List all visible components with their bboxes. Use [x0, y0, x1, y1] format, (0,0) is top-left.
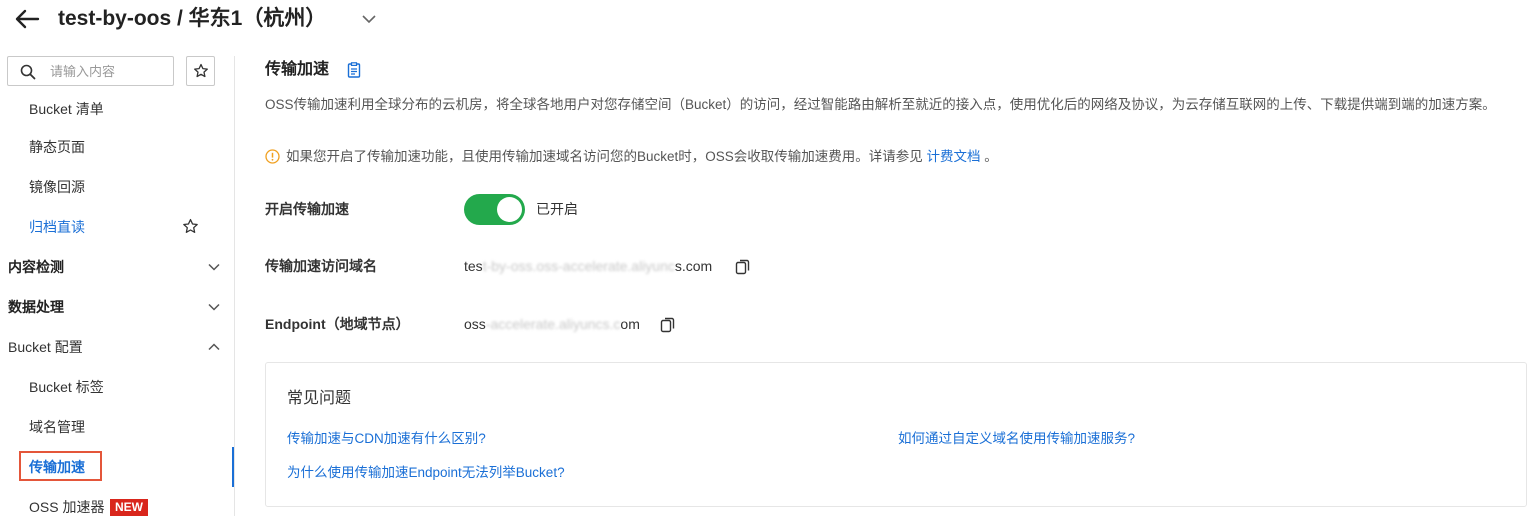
sidebar-item-label: 镜像回源 — [29, 179, 85, 195]
acceleration-toggle[interactable] — [464, 194, 525, 225]
sidebar-item-label: Bucket 配置 — [8, 339, 83, 355]
chevron-up-icon — [208, 343, 220, 351]
sidebar-item-label: Bucket 标签 — [29, 379, 104, 395]
faq-link[interactable]: 如何通过自定义域名使用传输加速服务? — [898, 429, 1135, 449]
new-badge: NEW — [110, 499, 148, 516]
chevron-down-icon — [208, 303, 220, 311]
star-icon — [194, 63, 208, 78]
endpoint-label: Endpoint（地域节点） — [265, 316, 410, 332]
sidebar-item-oss-accelerator[interactable]: OSS 加速器 NEW — [0, 487, 234, 516]
sidebar-item-label: 传输加速 — [29, 459, 85, 475]
sidebar-item-label: 数据处理 — [8, 299, 64, 315]
search-box — [7, 56, 174, 86]
search-input[interactable] — [50, 62, 168, 80]
sidebar-item-label: OSS 加速器 — [29, 499, 105, 515]
domain-text-end: s.com — [674, 258, 713, 274]
endpoint-text-end: om — [620, 316, 640, 332]
sidebar-item-bucket-tags[interactable]: Bucket 标签 — [0, 367, 234, 407]
sidebar-item-mirror-origin[interactable]: 镜像回源 — [0, 167, 234, 207]
sidebar: Bucket 清单 静态页面 镜像回源 归档直读 内容检测 数据处理 — [0, 50, 235, 516]
notice-suffix: 。 — [980, 149, 998, 164]
sidebar-item-transfer-acceleration[interactable]: 传输加速 — [0, 447, 234, 487]
enable-label: 开启传输加速 — [265, 201, 349, 217]
sidebar-nav: Bucket 清单 静态页面 镜像回源 归档直读 内容检测 数据处理 Bucke… — [0, 92, 234, 516]
sidebar-item-label: 静态页面 — [29, 139, 85, 155]
endpoint-text-start: oss — [464, 316, 486, 332]
sidebar-group-content-detection[interactable]: 内容检测 — [0, 247, 234, 287]
favorites-button[interactable] — [186, 56, 215, 86]
sidebar-divider — [234, 56, 235, 516]
warning-icon — [265, 149, 280, 164]
endpoint-text-redacted: -accelerate.aliyuncs.c — [485, 316, 621, 332]
search-icon — [20, 64, 36, 80]
sidebar-item-label: Bucket 清单 — [29, 101, 104, 117]
chevron-down-icon[interactable] — [360, 10, 378, 28]
billing-doc-link[interactable]: 计费文档 — [927, 149, 981, 164]
toggle-knob — [497, 197, 522, 222]
page-title: test-by-oos / 华东1（杭州） — [58, 7, 327, 30]
description: OSS传输加速利用全球分布的云机房，将全球各地用户对您存储空间（Bucket）的… — [265, 97, 1496, 112]
domain-label: 传输加速访问域名 — [265, 258, 377, 274]
main-content: 传输加速 OSS传输加速利用全球分布的云机房，将全球各地用户对您存储空间（Buc… — [265, 50, 1527, 516]
document-icon[interactable] — [347, 62, 361, 78]
faq-link[interactable]: 为什么使用传输加速Endpoint无法列举Bucket? — [287, 463, 565, 483]
faq-panel: 常见问题 传输加速与CDN加速有什么区别? 如何通过自定义域名使用传输加速服务?… — [265, 362, 1527, 507]
star-icon[interactable] — [182, 218, 199, 235]
toggle-status: 已开启 — [536, 201, 578, 217]
domain-text-redacted: t-by-oss.oss-accelerate.aliyunc — [482, 258, 675, 274]
acceleration-domain-value: test-by-oss.oss-accelerate.aliyuncs.com — [464, 256, 712, 276]
copy-icon[interactable] — [660, 317, 675, 333]
sidebar-item-label: 域名管理 — [29, 419, 85, 435]
domain-text-start: tes — [464, 258, 483, 274]
endpoint-value: oss-accelerate.aliyuncs.com — [464, 314, 640, 334]
sidebar-item-label: 归档直读 — [29, 219, 85, 235]
sidebar-item-archive-direct-read[interactable]: 归档直读 — [0, 207, 234, 247]
copy-icon[interactable] — [735, 259, 750, 275]
faq-title: 常见问题 — [287, 390, 352, 407]
sidebar-group-bucket-config[interactable]: Bucket 配置 — [0, 327, 234, 367]
sidebar-group-data-processing[interactable]: 数据处理 — [0, 287, 234, 327]
sidebar-item-domain-management[interactable]: 域名管理 — [0, 407, 234, 447]
sidebar-item-bucket-list[interactable]: Bucket 清单 — [0, 92, 234, 129]
sidebar-item-label: 内容检测 — [8, 259, 64, 275]
chevron-down-icon — [208, 263, 220, 271]
section-title: 传输加速 — [265, 61, 330, 78]
page-header: test-by-oos / 华东1（杭州） — [0, 0, 1527, 40]
sidebar-item-static-page[interactable]: 静态页面 — [0, 127, 234, 167]
notice-text: 如果您开启了传输加速功能，且使用传输加速域名访问您的Bucket时，OSS会收取… — [286, 147, 998, 167]
faq-link[interactable]: 传输加速与CDN加速有什么区别? — [287, 429, 486, 449]
notice-prefix: 如果您开启了传输加速功能，且使用传输加速域名访问您的Bucket时，OSS会收取… — [286, 149, 927, 164]
back-arrow-icon[interactable] — [14, 7, 40, 31]
